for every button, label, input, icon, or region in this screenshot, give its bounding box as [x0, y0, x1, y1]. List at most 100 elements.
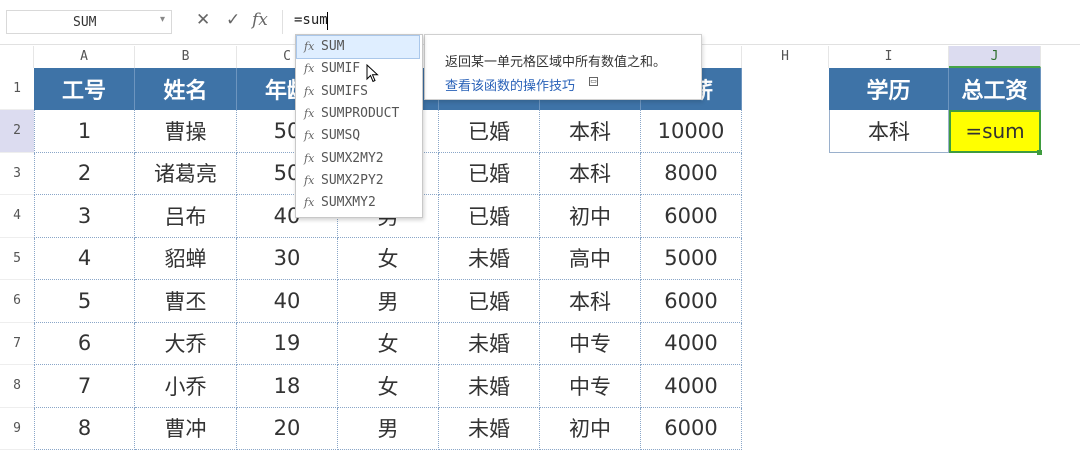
row-header-9[interactable]: 9 — [0, 408, 34, 450]
table-cell[interactable]: 10000 — [641, 110, 742, 153]
table-cell[interactable]: 女 — [338, 365, 439, 408]
column-header-b[interactable]: B — [135, 46, 237, 68]
table-cell[interactable]: 中专 — [540, 322, 641, 365]
table-cell[interactable]: 6000 — [641, 280, 742, 323]
table-cell[interactable]: 男 — [338, 407, 439, 450]
row-header-7[interactable]: 7 — [0, 323, 34, 365]
function-tips-link[interactable]: 查看该函数的操作技巧 — [445, 75, 575, 94]
autocomplete-item-label: SUMXMY2 — [321, 195, 376, 211]
table-cell[interactable]: 貂蝉 — [135, 237, 237, 280]
table-cell[interactable]: 吕布 — [135, 195, 237, 238]
table-cell[interactable]: 6000 — [641, 195, 742, 238]
table-cell[interactable]: 曹操 — [135, 110, 237, 153]
table-cell[interactable]: 小乔 — [135, 365, 237, 408]
table-cell[interactable]: 5000 — [641, 237, 742, 280]
table-cell[interactable]: 本科 — [540, 152, 641, 195]
table-cell[interactable]: 未婚 — [439, 365, 540, 408]
table-cell[interactable]: 2 — [34, 152, 135, 195]
table-cell[interactable]: 7 — [34, 365, 135, 408]
function-autocomplete-list: fx SUM fx SUMIF fx SUMIFS fx SUMPRODUCT fx SUMSQ f… — [295, 34, 423, 218]
autocomplete-item-label: SUM — [321, 39, 345, 54]
table-cell[interactable]: 1 — [34, 110, 135, 153]
name-box[interactable]: SUM ▾ — [6, 10, 172, 34]
autocomplete-item-label: SUMX2PY2 — [321, 172, 384, 188]
autocomplete-item-sumxmy2[interactable]: fx SUMXMY2 — [297, 192, 419, 214]
chevron-down-icon[interactable]: ▾ — [160, 14, 165, 25]
autocomplete-item-sumproduct[interactable]: fx SUMPRODUCT — [297, 103, 419, 125]
table-cell[interactable]: 20 — [237, 407, 338, 450]
column-header-a[interactable]: A — [34, 46, 135, 68]
table-cell[interactable]: 曹冲 — [135, 407, 237, 450]
table-cell[interactable]: 已婚 — [439, 152, 540, 195]
row-header-3[interactable]: 3 — [0, 153, 34, 195]
function-icon: fx — [304, 173, 315, 187]
row-header-1[interactable]: 1 — [0, 68, 34, 110]
table-header-cell: 姓名 — [135, 68, 237, 110]
table-cell[interactable]: 6000 — [641, 407, 742, 450]
function-icon: fx — [304, 151, 315, 165]
function-icon: fx — [304, 106, 315, 120]
table-cell[interactable]: 女 — [338, 322, 439, 365]
table-cell[interactable]: 4 — [34, 237, 135, 280]
table-cell[interactable]: 未婚 — [439, 237, 540, 280]
insert-function-icon[interactable]: fx — [252, 10, 268, 30]
row-header-6[interactable]: 6 — [0, 280, 34, 323]
function-icon: fx — [304, 40, 315, 53]
column-header-h[interactable]: H — [742, 46, 829, 68]
table-cell[interactable]: 男 — [338, 280, 439, 323]
active-cell[interactable]: =sum — [949, 110, 1041, 153]
formula-input[interactable]: =sum — [294, 12, 328, 28]
function-icon: fx — [304, 129, 315, 143]
table-cell[interactable]: 已婚 — [439, 280, 540, 323]
function-icon: fx — [304, 84, 315, 98]
row-header-5[interactable]: 5 — [0, 238, 34, 280]
table-cell[interactable]: 5 — [34, 280, 135, 323]
table-cell[interactable]: 女 — [338, 237, 439, 280]
table-cell[interactable]: 8 — [34, 407, 135, 450]
table-cell[interactable]: 诸葛亮 — [135, 152, 237, 195]
table-cell[interactable]: 未婚 — [439, 407, 540, 450]
table-cell[interactable]: 本科 — [540, 110, 641, 153]
row-header-4[interactable]: 4 — [0, 195, 34, 238]
row-header-8[interactable]: 8 — [0, 365, 34, 408]
table-cell[interactable]: 本科 — [540, 280, 641, 323]
table-cell[interactable]: 18 — [237, 365, 338, 408]
table-cell[interactable]: 中专 — [540, 365, 641, 408]
select-all-corner[interactable] — [0, 46, 34, 68]
function-tooltip: 返回某一单元格区域中所有数值之和。 查看该函数的操作技巧 ▭ — [424, 34, 702, 100]
table-cell[interactable]: 高中 — [540, 237, 641, 280]
summary-header-cell: 总工资 — [949, 68, 1041, 110]
table-cell[interactable]: 初中 — [540, 195, 641, 238]
table-cell[interactable]: 初中 — [540, 407, 641, 450]
table-cell[interactable]: 已婚 — [439, 110, 540, 153]
popup-icon[interactable]: ▭ — [589, 77, 598, 86]
table-cell[interactable]: 6 — [34, 322, 135, 365]
table-cell[interactable]: 40 — [237, 280, 338, 323]
name-box-value: SUM — [73, 15, 97, 30]
table-cell[interactable]: 曹丕 — [135, 280, 237, 323]
table-cell[interactable]: 8000 — [641, 152, 742, 195]
summary-cell[interactable]: 本科 — [829, 110, 949, 153]
table-cell[interactable]: 19 — [237, 322, 338, 365]
autocomplete-item-sumsq[interactable]: fx SUMSQ — [297, 125, 419, 147]
table-cell[interactable]: 3 — [34, 195, 135, 238]
table-cell[interactable]: 4000 — [641, 322, 742, 365]
close-icon[interactable]: ✕ — [196, 10, 210, 30]
autocomplete-item-sumx2py2[interactable]: fx SUMX2PY2 — [297, 170, 419, 192]
table-cell[interactable]: 30 — [237, 237, 338, 280]
autocomplete-item-sumifs[interactable]: fx SUMIFS — [297, 81, 419, 103]
check-icon[interactable]: ✓ — [226, 10, 240, 30]
function-icon: fx — [304, 62, 315, 76]
row-header-2[interactable]: 2 — [0, 110, 34, 153]
table-cell[interactable]: 大乔 — [135, 322, 237, 365]
table-header-cell: 工号 — [34, 68, 135, 110]
autocomplete-item-sumif[interactable]: fx SUMIF — [297, 58, 419, 80]
table-cell[interactable]: 4000 — [641, 365, 742, 408]
column-header-j[interactable]: J — [949, 46, 1041, 68]
autocomplete-item-sumx2my2[interactable]: fx SUMX2MY2 — [297, 148, 419, 170]
table-cell[interactable]: 已婚 — [439, 195, 540, 238]
table-cell[interactable]: 未婚 — [439, 322, 540, 365]
autocomplete-item-sum[interactable]: fx SUM — [296, 35, 420, 59]
column-header-i[interactable]: I — [829, 46, 949, 68]
fill-handle[interactable] — [1037, 150, 1042, 155]
